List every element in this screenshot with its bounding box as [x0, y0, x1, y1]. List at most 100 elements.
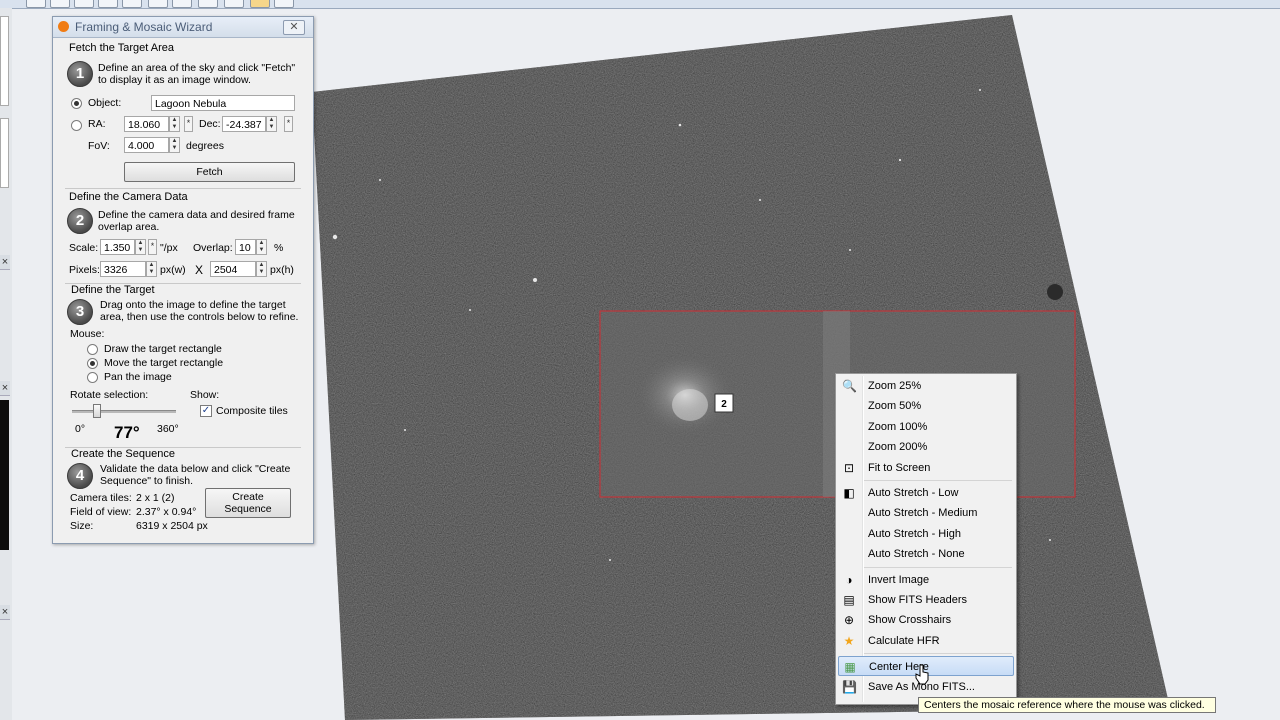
pixels-label: Pixels:	[69, 264, 100, 276]
create-sequence-button[interactable]: Create Sequence	[205, 488, 291, 518]
fov-input[interactable]: 4.000	[124, 137, 169, 153]
rotate-min-label: 0°	[75, 423, 86, 435]
menu-item-label: Auto Stretch - High	[868, 527, 961, 540]
pixel-width-spinner[interactable]: ▲ ▼	[146, 261, 157, 277]
step-1-icon: 1	[67, 61, 93, 87]
scale-unit: "/px	[160, 242, 178, 254]
camera-description-line: Define the camera data and desired frame	[98, 209, 295, 221]
sequence-description-line: Validate the data below and click "Creat…	[100, 463, 291, 475]
menu-item-label: Zoom 25%	[868, 380, 922, 392]
menu-item-auto-stretch-none[interactable]: Auto Stretch - None	[838, 544, 1014, 564]
menu-item-zoom-50[interactable]: Zoom 50%	[838, 396, 1014, 416]
menu-item-label: Invert Image	[868, 573, 930, 586]
slider-track	[72, 410, 176, 413]
mouse-label: Mouse:	[70, 328, 105, 340]
camera-heading: Define the Camera Data	[69, 191, 188, 203]
menu-item-auto-stretch-high[interactable]: Auto Stretch - High	[838, 524, 1014, 544]
pixel-height-unit: px(h)	[270, 264, 294, 276]
pan-image-label: Pan the image	[104, 371, 172, 383]
menu-item-show-crosshairs[interactable]: ⊕ Show Crosshairs	[838, 610, 1014, 630]
fetch-description-line: to display it as an image window.	[98, 74, 251, 86]
close-button[interactable]: ✕	[283, 20, 305, 35]
pan-image-radio[interactable]	[87, 372, 98, 383]
object-label: Object:	[88, 97, 122, 109]
pixel-width-unit: px(w)	[160, 264, 186, 276]
step-3-icon: 3	[67, 299, 93, 325]
menu-separator	[864, 566, 1012, 568]
ra-more-button[interactable]: *	[184, 116, 193, 132]
camera-tiles-value: 2 x 1 (2)	[136, 492, 175, 504]
overlap-unit: %	[274, 242, 284, 254]
menu-item-show-fits-headers[interactable]: ▤ Show FITS Headers	[838, 590, 1014, 610]
menu-item-auto-stretch-medium[interactable]: Auto Stretch - Medium	[838, 503, 1014, 523]
menu-item-zoom-100[interactable]: Zoom 100%	[838, 417, 1014, 437]
fov-label: FoV:	[88, 140, 110, 152]
ra-radio[interactable]	[71, 120, 82, 131]
overlap-spinner[interactable]: ▲ ▼	[256, 239, 267, 255]
sequence-description-line: Sequence" to finish.	[100, 475, 194, 487]
stretch-icon: ◧	[843, 486, 855, 500]
menu-item-auto-stretch-low[interactable]: ◧ Auto Stretch - Low	[838, 483, 1014, 503]
scale-more-button[interactable]: *	[148, 239, 157, 255]
invert-icon: ◑	[845, 572, 853, 587]
move-rectangle-label: Move the target rectangle	[104, 357, 224, 369]
fov-spinner[interactable]: ▲ ▼	[169, 137, 180, 153]
menu-item-zoom-25[interactable]: 🔍 Zoom 25%	[838, 376, 1014, 396]
menu-item-fit-to-screen[interactable]: ⊡ Fit to Screen	[838, 458, 1014, 478]
dec-spinner[interactable]: ▲ ▼	[266, 116, 277, 132]
overlap-input[interactable]: 10	[235, 239, 256, 255]
field-of-view-label: Field of view:	[70, 506, 132, 518]
target-description-line: area, then use the controls below to ref…	[100, 311, 299, 323]
object-radio[interactable]	[71, 98, 82, 109]
size-label: Size:	[70, 520, 94, 532]
composite-tiles-label: Composite tiles	[216, 405, 288, 417]
scale-spinner[interactable]: ▲ ▼	[135, 239, 146, 255]
nebula-core	[672, 389, 708, 421]
menu-item-invert-image[interactable]: ◑ Invert Image	[838, 570, 1014, 590]
sequence-heading: Create the Sequence	[71, 448, 175, 460]
object-input[interactable]: Lagoon Nebula	[151, 95, 295, 111]
wizard-title-bar[interactable]: Framing & Mosaic Wizard ✕	[53, 17, 313, 38]
fetch-button[interactable]: Fetch	[124, 162, 295, 182]
menu-item-zoom-200[interactable]: Zoom 200%	[838, 437, 1014, 457]
menu-item-label: Auto Stretch - None	[868, 548, 965, 561]
dec-input[interactable]: -24.387	[222, 116, 266, 132]
star-icon: ★	[843, 633, 855, 648]
menu-item-calculate-hfr[interactable]: ★ Calculate HFR	[838, 631, 1014, 651]
camera-tiles-label: Camera tiles:	[70, 492, 132, 504]
wizard-title: Framing & Mosaic Wizard	[75, 20, 213, 34]
pixel-height-input[interactable]: 2504	[210, 261, 256, 277]
dark-blob	[1047, 284, 1063, 300]
menu-item-label: Zoom 100%	[868, 420, 928, 433]
menu-item-label: Show FITS Headers	[868, 594, 968, 606]
move-rectangle-radio[interactable]	[87, 358, 98, 369]
framing-mosaic-wizard: Framing & Mosaic Wizard ✕ Fetch the Targ…	[52, 16, 314, 544]
save-icon: 💾	[842, 679, 857, 694]
dec-more-button[interactable]: *	[284, 116, 293, 132]
create-sequence-label: Create	[232, 491, 264, 503]
times-symbol: X	[195, 263, 204, 277]
composite-tiles-checkbox[interactable]: ✓	[200, 405, 212, 417]
ra-input[interactable]: 18.060	[124, 116, 169, 132]
sequence-description: Validate the data below and click "Creat…	[100, 463, 290, 487]
menu-item-label: Calculate HFR	[868, 634, 940, 647]
camera-description-line: overlap area.	[98, 221, 160, 233]
pixel-height-spinner[interactable]: ▲ ▼	[256, 261, 267, 277]
app-icon	[58, 21, 69, 32]
crosshair-icon: ⊕	[843, 613, 855, 628]
ra-spinner[interactable]: ▲ ▼	[169, 116, 180, 132]
slider-thumb[interactable]	[93, 404, 101, 418]
mosaic-tile-label: 2	[721, 399, 727, 410]
step-2-icon: 2	[67, 208, 93, 234]
menu-item-label: Auto Stretch - Low	[868, 487, 959, 499]
draw-rectangle-label: Draw the target rectangle	[104, 343, 222, 355]
image-context-menu: 🔍 Zoom 25% Zoom 50% Zoom 100% Zoom 200% ⊡ Fit …	[835, 373, 1017, 705]
pixel-width-input[interactable]: 3326	[100, 261, 146, 277]
target-description-line: Drag onto the image to define the target	[100, 299, 286, 311]
fetch-description-line: Define an area of the sky and click "Fet…	[98, 62, 296, 74]
rotate-value: 77°	[114, 423, 140, 442]
scale-input[interactable]: 1.350	[100, 239, 135, 255]
rotate-slider[interactable]	[72, 404, 176, 418]
menu-separator	[864, 653, 1012, 655]
draw-rectangle-radio[interactable]	[87, 344, 98, 355]
